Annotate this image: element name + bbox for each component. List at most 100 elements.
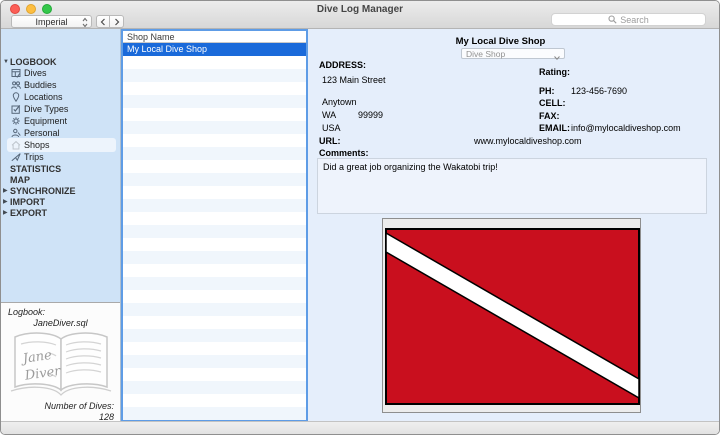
sidebar-item-equipment[interactable]: Equipment — [1, 115, 120, 127]
shop-row[interactable] — [123, 199, 306, 212]
shop-row[interactable] — [123, 82, 306, 95]
sidebar-item-shops[interactable]: Shops — [1, 139, 120, 151]
disclosure-triangle-icon[interactable]: ▶ — [3, 209, 10, 216]
titlebar: Dive Log Manager Imperial Search — [1, 1, 719, 29]
sidebar-item-export[interactable]: ▶EXPORT — [1, 207, 120, 218]
sidebar-item-buddies[interactable]: Buddies — [1, 79, 120, 91]
logbook-book-illustration: Jane Diver — [9, 329, 113, 401]
shop-row[interactable] — [123, 56, 306, 69]
shop-row[interactable] — [123, 134, 306, 147]
shop-row[interactable] — [123, 329, 306, 342]
shop-row[interactable] — [123, 238, 306, 251]
shop-row[interactable] — [123, 394, 306, 407]
location-pin-icon — [11, 92, 22, 102]
status-bar — [1, 421, 719, 434]
sidebar-item-locations[interactable]: Locations — [1, 91, 120, 103]
sidebar-item-label: Dive Types — [24, 104, 68, 114]
shop-row[interactable] — [123, 69, 306, 82]
chevron-down-icon — [554, 52, 560, 62]
shop-detail-pane: My Local Dive Shop Dive Shop ADDRESS: 12… — [308, 29, 719, 421]
shop-image-well[interactable] — [382, 218, 641, 413]
disclosure-triangle-icon[interactable]: ▶ — [3, 198, 10, 205]
number-of-dives-label: Number of Dives: — [44, 401, 114, 411]
shop-row[interactable] — [123, 264, 306, 277]
shop-row[interactable] — [123, 160, 306, 173]
sidebar-item-statistics[interactable]: STATISTICS — [1, 163, 120, 174]
gear-icon — [11, 116, 22, 126]
shop-row[interactable] — [123, 108, 306, 121]
airplane-icon — [11, 152, 22, 162]
shop-row[interactable] — [123, 212, 306, 225]
shop-list: Shop Name My Local Dive Shop — [121, 29, 308, 421]
shop-row[interactable] — [123, 95, 306, 108]
sidebar-item-label: IMPORT — [10, 197, 45, 207]
disclosure-triangle-icon[interactable]: ▼ — [3, 59, 10, 65]
sidebar-item-dives[interactable]: Dives — [1, 67, 120, 79]
country-value: USA — [322, 123, 341, 133]
shop-row[interactable] — [123, 225, 306, 238]
shop-row[interactable] — [123, 342, 306, 355]
sidebar-item-trips[interactable]: Trips — [1, 151, 120, 163]
shop-row[interactable] — [123, 407, 306, 420]
dives-icon — [11, 68, 22, 78]
email-value: info@mylocaldiveshop.com — [571, 123, 681, 133]
app-window: Dive Log Manager Imperial Search ▼LOGBOO… — [0, 0, 720, 435]
shop-row[interactable] — [123, 316, 306, 329]
sidebar: ▼LOGBOOKDivesBuddiesLocations Dive TypesE… — [1, 29, 121, 421]
shop-row[interactable] — [123, 173, 306, 186]
phone-label: PH: — [539, 86, 555, 96]
sidebar-item-import[interactable]: ▶IMPORT — [1, 196, 120, 207]
buddies-icon — [11, 80, 22, 90]
shop-row[interactable] — [123, 121, 306, 134]
shop-type-select[interactable]: Dive Shop — [461, 48, 565, 59]
shop-list-header[interactable]: Shop Name — [123, 31, 306, 43]
shop-row[interactable] — [123, 381, 306, 394]
sidebar-item-label: MAP — [10, 175, 30, 185]
shop-row-selected[interactable]: My Local Dive Shop — [123, 43, 306, 56]
shop-row[interactable] — [123, 303, 306, 316]
search-input[interactable]: Search — [551, 13, 706, 26]
nav-buttons — [96, 15, 124, 28]
forward-button[interactable] — [110, 15, 124, 28]
search-icon — [608, 15, 617, 24]
sidebar-item-label: STATISTICS — [10, 164, 61, 174]
shop-row[interactable] — [123, 186, 306, 199]
logbook-panel: Logbook: JaneDiver.sql Jane Diver Number… — [1, 302, 120, 421]
disclosure-triangle-icon[interactable]: ▶ — [3, 187, 10, 194]
url-value: www.mylocaldiveshop.com — [474, 136, 582, 146]
city-value: Anytown — [322, 97, 357, 107]
back-button[interactable] — [96, 15, 110, 28]
shop-type-value: Dive Shop — [466, 49, 505, 59]
fax-label: FAX: — [539, 111, 560, 121]
sidebar-item-synchronize[interactable]: ▶SYNCHRONIZE — [1, 185, 120, 196]
street-value: 123 Main Street — [322, 75, 386, 85]
cell-label: CELL: — [539, 98, 566, 108]
sidebar-item-label: Locations — [24, 92, 63, 102]
shop-row[interactable] — [123, 368, 306, 381]
shop-row[interactable] — [123, 251, 306, 264]
comments-field[interactable]: Did a great job organizing the Wakatobi … — [317, 158, 707, 214]
dive-flag-image — [385, 228, 640, 405]
rating-label: Rating: — [539, 67, 570, 77]
sidebar-item-dive-types[interactable]: Dive Types — [1, 103, 120, 115]
sidebar-item-label: Personal — [24, 128, 60, 138]
shop-name-title: My Local Dive Shop — [308, 36, 693, 47]
person-icon — [11, 128, 22, 138]
sidebar-item-label: Shops — [24, 140, 50, 150]
shop-row[interactable] — [123, 355, 306, 368]
shop-list-body: My Local Dive Shop — [123, 43, 306, 420]
url-label: URL: — [319, 136, 341, 146]
comments-text: Did a great job organizing the Wakatobi … — [323, 162, 498, 172]
sidebar-item-label: Trips — [24, 152, 44, 162]
units-popup[interactable]: Imperial — [11, 15, 92, 28]
shop-row[interactable] — [123, 277, 306, 290]
state-value: WA — [322, 110, 336, 120]
shop-row[interactable] — [123, 290, 306, 303]
sidebar-item-label: LOGBOOK — [10, 57, 57, 67]
chevron-right-icon — [114, 18, 120, 26]
house-icon — [11, 140, 22, 150]
shop-row[interactable] — [123, 147, 306, 160]
address-label: ADDRESS: — [319, 60, 366, 70]
sidebar-item-logbook[interactable]: ▼LOGBOOK — [1, 56, 120, 67]
sidebar-item-map[interactable]: MAP — [1, 174, 120, 185]
